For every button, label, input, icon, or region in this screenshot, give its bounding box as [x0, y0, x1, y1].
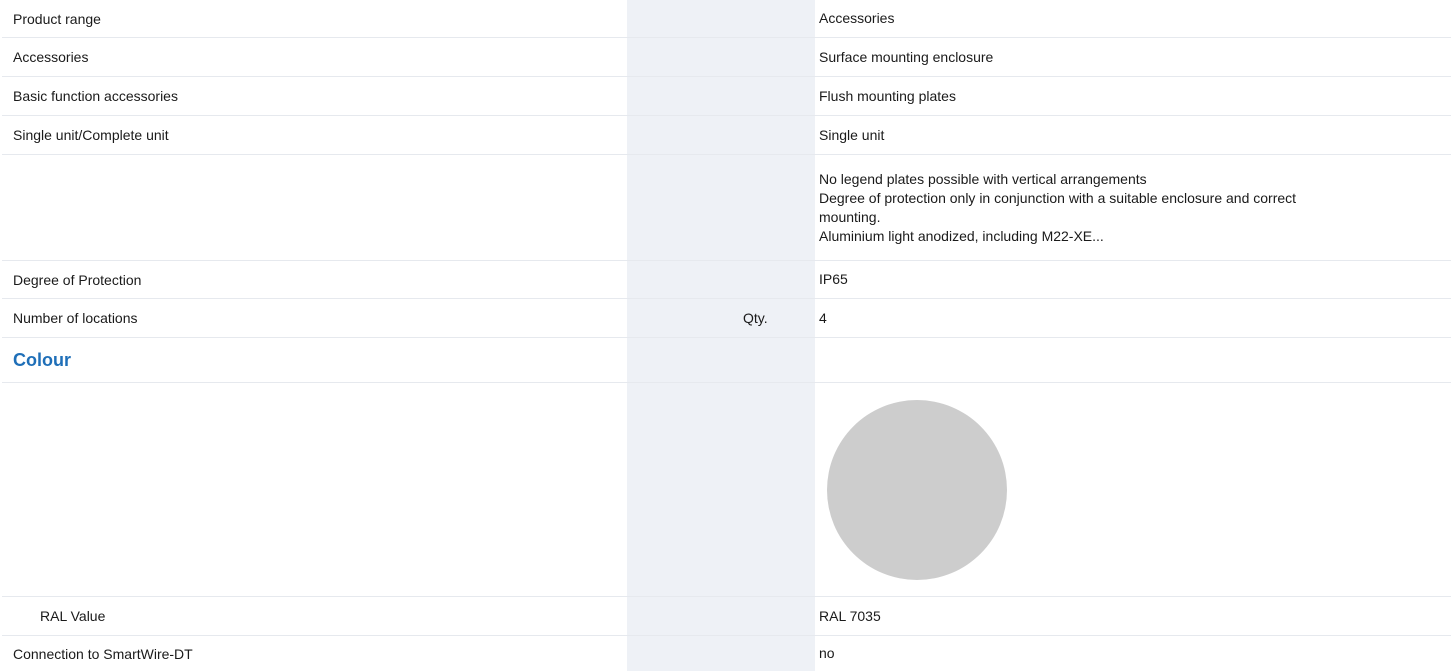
row-label: Single unit/Complete unit	[13, 127, 169, 143]
row-label: Basic function accessories	[13, 88, 178, 104]
row-label	[2, 155, 627, 260]
note-line: Degree of protection only in conjunction…	[819, 189, 1297, 206]
row-value: 4	[819, 309, 827, 326]
table-row: Accessories Surface mounting enclosure	[2, 38, 1451, 77]
section-title-colour: Colour	[13, 349, 71, 370]
row-label: RAL Value	[40, 608, 106, 624]
section-header-row: Colour	[2, 338, 1451, 383]
row-unit	[739, 116, 815, 154]
colour-swatch	[827, 399, 1007, 580]
row-label: Number of locations	[13, 310, 138, 326]
note-line: Aluminium light anodized, including M22-…	[819, 227, 1104, 244]
row-value: Flush mounting plates	[819, 87, 956, 104]
table-row: Connection to SmartWire-DT no	[2, 636, 1451, 671]
row-value: no	[819, 645, 835, 661]
row-label: Accessories	[13, 49, 89, 65]
table-row: Product range Accessories	[2, 0, 1451, 38]
row-value: IP65	[819, 271, 848, 287]
table-row: Single unit/Complete unit Single unit	[2, 116, 1451, 155]
table-row: Basic function accessories Flush mountin…	[2, 77, 1451, 116]
row-unit	[739, 0, 815, 37]
table-row: No legend plates possible with vertical …	[2, 155, 1451, 261]
row-value: RAL 7035	[819, 607, 881, 624]
row-unit	[739, 261, 815, 298]
table-row: RAL Value RAL 7035	[2, 597, 1451, 636]
row-unit: Qty.	[739, 299, 815, 337]
table-row: Degree of Protection IP65	[2, 261, 1451, 299]
row-value: Surface mounting enclosure	[819, 48, 994, 65]
table-row: Number of locations Qty. 4	[2, 299, 1451, 338]
row-value: Single unit	[819, 126, 885, 143]
note-line: mounting.	[819, 208, 881, 225]
row-label: Degree of Protection	[13, 271, 142, 288]
row-label: Product range	[13, 10, 101, 27]
row-unit	[739, 155, 815, 260]
note-line: No legend plates possible with vertical …	[819, 170, 1147, 187]
spec-table: Product range Accessories Accessories Su…	[2, 0, 1451, 671]
colour-swatch-row	[2, 383, 1451, 597]
row-unit	[739, 38, 815, 76]
row-label: Connection to SmartWire-DT	[13, 645, 193, 662]
row-value: No legend plates possible with vertical …	[815, 155, 1451, 260]
row-value: Accessories	[819, 10, 895, 26]
row-unit	[739, 77, 815, 115]
row-unit	[739, 636, 815, 671]
